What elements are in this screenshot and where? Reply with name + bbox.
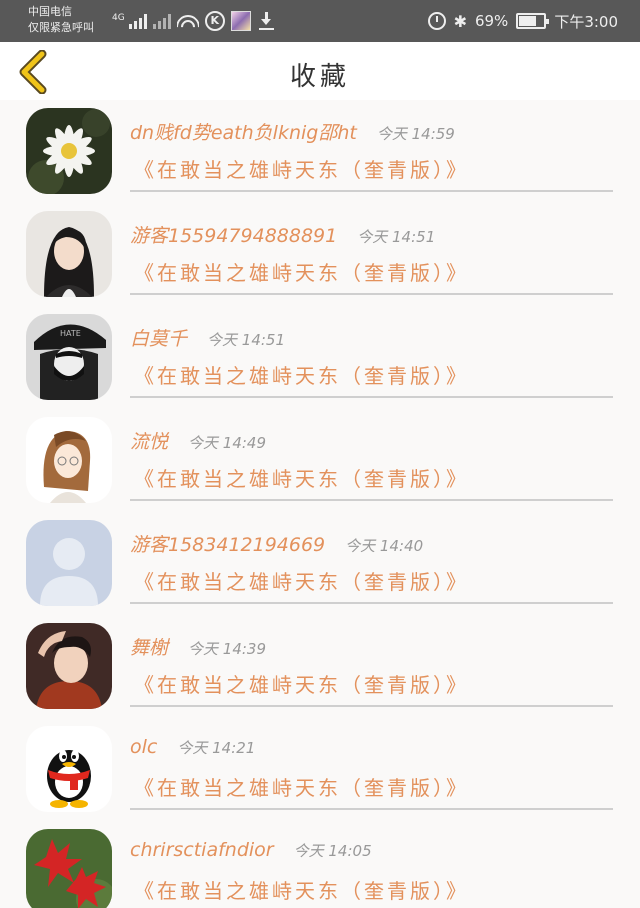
avatar[interactable] xyxy=(26,108,112,194)
user-name: 流悦 xyxy=(130,431,169,453)
favorite-meta: 流悦 今天 14:49 xyxy=(130,427,266,454)
favorite-item[interactable]: 游客1583412194669 今天 14:40 《在敢当之雄峙天东（奎青版）》 xyxy=(0,512,640,615)
timestamp: 今天 14:39 xyxy=(188,640,267,658)
divider xyxy=(130,705,613,707)
divider xyxy=(130,293,613,295)
divider xyxy=(130,190,613,192)
divider xyxy=(130,499,613,501)
network-type: 4G xyxy=(112,13,125,23)
avatar[interactable] xyxy=(26,520,112,606)
avatar[interactable] xyxy=(26,417,112,503)
favorite-meta: dn贱fd势eath负lknig邵ht 今天 14:59 xyxy=(130,118,455,145)
alarm-icon xyxy=(427,12,446,30)
favorite-meta: chrirsctiafndior 今天 14:05 xyxy=(130,839,372,861)
user-name: chrirsctiafndior xyxy=(130,839,274,861)
user-name: 舞榭 xyxy=(130,637,169,659)
timestamp: 今天 14:40 xyxy=(345,537,424,555)
favorite-meta: olc 今天 14:21 xyxy=(130,736,255,758)
favorite-item[interactable]: dn贱fd势eath负lknig邵ht 今天 14:59 《在敢当之雄峙天东（奎青版… xyxy=(0,100,640,203)
timestamp: 今天 14:49 xyxy=(188,434,267,452)
timestamp: 今天 14:51 xyxy=(207,331,286,349)
divider xyxy=(130,396,613,398)
favorite-item[interactable]: 游客15594794888891 今天 14:51 《在敢当之雄峙天东（奎青版）》 xyxy=(0,203,640,306)
carrier-name: 中国电信 xyxy=(28,5,72,18)
favorite-item[interactable]: HATE 白莫千 今天 14:51 《在敢当之雄峙天东（奎青版）》 xyxy=(0,306,640,409)
timestamp: 今天 14:59 xyxy=(376,125,455,143)
avatar[interactable] xyxy=(26,211,112,297)
book-title-link[interactable]: 《在敢当之雄峙天东（奎青版）》 xyxy=(134,875,469,904)
book-title-link[interactable]: 《在敢当之雄峙天东（奎青版）》 xyxy=(134,257,469,286)
avatar[interactable] xyxy=(26,623,112,709)
k-app-icon: K xyxy=(204,11,225,31)
battery-icon xyxy=(516,13,550,29)
carrier-info: 中国电信 仅限紧急呼叫 xyxy=(28,4,94,36)
timestamp: 今天 14:05 xyxy=(293,842,372,860)
avatar[interactable]: HATE xyxy=(26,314,112,400)
user-name: 游客15594794888891 xyxy=(130,225,338,247)
user-name: 白莫千 xyxy=(130,328,188,350)
status-right-icons: ✱ 69% 下午3:00 xyxy=(427,10,618,32)
favorite-meta: 游客15594794888891 今天 14:51 xyxy=(130,221,435,248)
wifi-icon xyxy=(176,13,199,29)
download-icon xyxy=(257,11,275,31)
book-title-link[interactable]: 《在敢当之雄峙天东（奎青版）》 xyxy=(134,360,469,389)
signal-icon: 4G xyxy=(112,13,147,29)
signal-2-icon xyxy=(152,13,171,29)
svg-text:HATE: HATE xyxy=(60,329,81,338)
divider xyxy=(130,602,613,604)
book-title-link[interactable]: 《在敢当之雄峙天东（奎青版）》 xyxy=(134,669,469,698)
favorite-meta: 白莫千 今天 14:51 xyxy=(130,324,285,351)
page-title: 收藏 xyxy=(289,62,350,92)
user-name: olc xyxy=(130,736,158,758)
title-bar: 收藏 xyxy=(0,42,640,100)
timestamp: 今天 14:51 xyxy=(357,228,436,246)
app-notification-icon xyxy=(230,11,251,31)
user-name: 游客1583412194669 xyxy=(130,534,326,556)
avatar[interactable] xyxy=(26,829,112,908)
bluetooth-icon: ✱ xyxy=(453,11,467,31)
clock: 下午3:00 xyxy=(554,12,618,31)
favorite-item[interactable]: chrirsctiafndior 今天 14:05 《在敢当之雄峙天东（奎青版）》 xyxy=(0,821,640,908)
book-title-link[interactable]: 《在敢当之雄峙天东（奎青版）》 xyxy=(134,566,469,595)
favorite-item[interactable]: olc 今天 14:21 《在敢当之雄峙天东（奎青版）》 xyxy=(0,718,640,821)
divider xyxy=(130,808,613,810)
favorite-meta: 游客1583412194669 今天 14:40 xyxy=(130,530,423,557)
emergency-only-text: 仅限紧急呼叫 xyxy=(28,21,94,34)
battery-percent: 69% xyxy=(474,12,509,30)
status-left-icons: 4G K xyxy=(112,10,275,32)
status-bar: 中国电信 仅限紧急呼叫 4G K ✱ 69% 下午3:00 xyxy=(0,0,640,42)
book-title-link[interactable]: 《在敢当之雄峙天东（奎青版）》 xyxy=(134,463,469,492)
favorite-item[interactable]: 舞榭 今天 14:39 《在敢当之雄峙天东（奎青版）》 xyxy=(0,615,640,718)
book-title-link[interactable]: 《在敢当之雄峙天东（奎青版）》 xyxy=(134,154,469,183)
book-title-link[interactable]: 《在敢当之雄峙天东（奎青版）》 xyxy=(134,772,469,801)
timestamp: 今天 14:21 xyxy=(177,739,256,757)
avatar[interactable] xyxy=(26,726,112,812)
favorite-meta: 舞榭 今天 14:39 xyxy=(130,633,266,660)
user-name: dn贱fd势eath负lknig邵ht xyxy=(130,122,357,144)
favorite-item[interactable]: 流悦 今天 14:49 《在敢当之雄峙天东（奎青版）》 xyxy=(0,409,640,512)
